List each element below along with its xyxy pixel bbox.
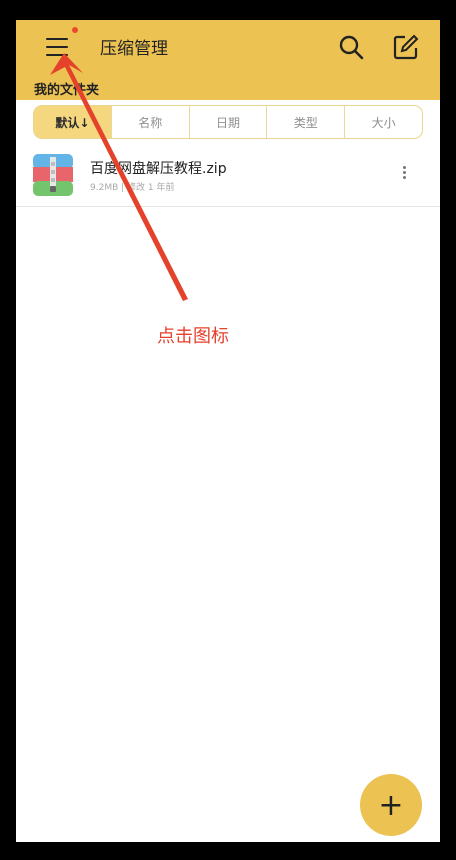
add-button[interactable]: +	[360, 774, 422, 836]
annotation-text: 点击图标	[157, 326, 229, 347]
app-screen: 压缩管理 我的文件夹 默认↓ 名称 日期 类型 大小 百度网盘解压教程.zip	[16, 20, 440, 842]
annotation-arrow	[50, 53, 188, 301]
